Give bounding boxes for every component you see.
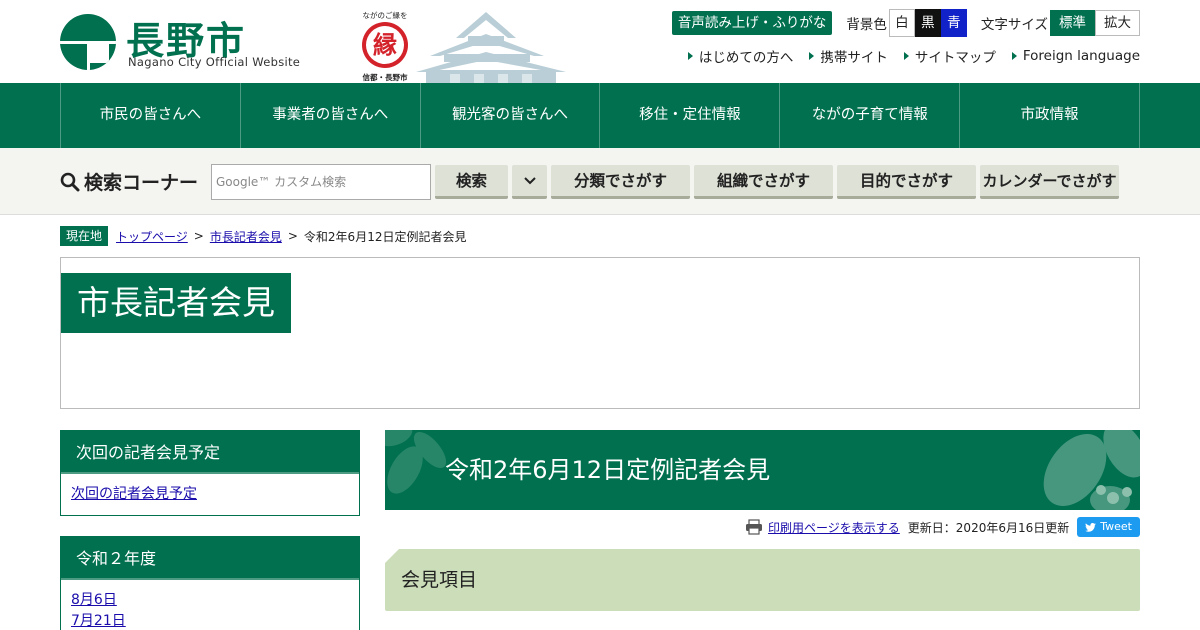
- nav-tourists[interactable]: 観光客の皆さんへ: [421, 83, 601, 148]
- font-large-button[interactable]: 拡大: [1095, 10, 1140, 36]
- city-emblem-icon: [60, 14, 116, 70]
- global-nav: 市民の皆さんへ 事業者の皆さんへ 観光客の皆さんへ 移住・定住情報 ながの子育て…: [0, 83, 1200, 148]
- article-title-banner: 令和2年6月12日定例記者会見: [385, 430, 1140, 510]
- zenkoji-temple-illustration: [416, 12, 566, 84]
- bg-blue-button[interactable]: 青: [940, 9, 967, 37]
- link-foreign-language[interactable]: Foreign language: [1011, 48, 1140, 64]
- section-heading-box: 会見項目: [385, 549, 1140, 611]
- current-location-badge: 現在地: [60, 226, 109, 246]
- arrow-right-icon: [809, 52, 815, 60]
- mascot-caption-bottom: 信都・長野市: [362, 73, 408, 82]
- arrow-right-icon: [687, 52, 693, 60]
- sidebar-link-next-conference[interactable]: 次回の記者会見予定: [61, 484, 359, 505]
- breadcrumb-current: 令和2年6月12日定例記者会見: [303, 229, 467, 244]
- breadcrumb-separator: >: [287, 229, 298, 243]
- breadcrumb: 現在地 トップページ > 市長記者会見 > 令和2年6月12日定例記者会見: [60, 226, 466, 246]
- site-header: 長野市 Nagano City Official Website ながのご縁を …: [0, 0, 1200, 84]
- search-button[interactable]: 検索: [435, 165, 508, 199]
- sidebar-heading: 令和２年度: [61, 537, 359, 580]
- site-logo[interactable]: 長野市 Nagano City Official Website: [60, 14, 300, 70]
- bg-black-button[interactable]: 黒: [914, 9, 941, 37]
- article-meta: 印刷用ページを表示する 更新日：2020年6月16日更新 Tweet: [745, 517, 1140, 537]
- search-by-purpose-button[interactable]: 目的でさがす: [837, 165, 976, 199]
- breadcrumb-top-link[interactable]: トップページ: [116, 228, 188, 245]
- arrow-right-icon: [1011, 52, 1017, 60]
- page-title: 市長記者会見: [61, 273, 291, 333]
- search-corner: 検索コーナー Google™ カスタム検索 検索 分類でさがす 組織でさがす 目…: [0, 148, 1200, 215]
- bg-white-button[interactable]: 白: [888, 9, 915, 37]
- link-sitemap[interactable]: サイトマップ: [903, 46, 996, 66]
- search-icon: [60, 172, 80, 191]
- search-corner-label: 検索コーナー: [60, 168, 198, 195]
- sidebar-next-conference: 次回の記者会見予定 次回の記者会見予定: [60, 430, 360, 516]
- nav-relocation[interactable]: 移住・定住情報: [600, 83, 781, 148]
- updated-date: 更新日：2020年6月16日更新: [907, 520, 1070, 535]
- chevron-down-icon: [523, 177, 536, 185]
- nav-city-administration[interactable]: 市政情報: [960, 83, 1140, 148]
- search-by-category-button[interactable]: 分類でさがす: [551, 165, 690, 199]
- printer-icon: [746, 519, 763, 535]
- print-page-link[interactable]: 印刷用ページを表示する: [768, 519, 900, 536]
- accessibility-tools: 音声読み上げ・ふりがな 背景色 白 黒 青 文字サイズ 標準 拡大: [671, 9, 1140, 37]
- en-mascot-logo: ながのご縁を 縁 信都・長野市: [358, 10, 412, 82]
- sidebar-fiscal-year: 令和２年度 8月6日 7月21日: [60, 536, 360, 630]
- en-seal-icon: 縁: [362, 22, 408, 68]
- search-options-toggle[interactable]: [512, 165, 547, 199]
- mascot-caption-top: ながのご縁を: [362, 11, 408, 20]
- arrow-right-icon: [903, 52, 909, 60]
- category-title-box: 市長記者会見: [60, 257, 1140, 409]
- search-by-calendar-button[interactable]: カレンダーでさがす: [980, 165, 1119, 199]
- sidebar-link-date[interactable]: 8月6日: [61, 590, 359, 611]
- font-size-label: 文字サイズ: [980, 17, 1048, 33]
- nav-businesses[interactable]: 事業者の皆さんへ: [241, 83, 421, 148]
- section-heading: 会見項目: [401, 569, 478, 591]
- utility-links: はじめての方へ 携帯サイト サイトマップ Foreign language: [672, 46, 1140, 66]
- link-mobile-site[interactable]: 携帯サイト: [809, 46, 888, 66]
- bg-color-label: 背景色: [846, 17, 887, 33]
- voice-furigana-button[interactable]: 音声読み上げ・ふりがな: [671, 11, 833, 35]
- nav-childcare[interactable]: ながの子育て情報: [780, 83, 961, 148]
- search-input[interactable]: Google™ カスタム検索: [211, 164, 431, 200]
- link-first-time[interactable]: はじめての方へ: [687, 46, 793, 66]
- tweet-button[interactable]: Tweet: [1077, 517, 1140, 537]
- sidebar-link-date[interactable]: 7月21日: [61, 611, 359, 630]
- breadcrumb-parent-link[interactable]: 市長記者会見: [210, 228, 282, 245]
- logo-subtitle: Nagano City Official Website: [128, 55, 301, 69]
- twitter-bird-icon: [1085, 522, 1097, 532]
- breadcrumb-separator: >: [193, 229, 204, 243]
- search-by-organization-button[interactable]: 組織でさがす: [694, 165, 833, 199]
- font-standard-button[interactable]: 標準: [1050, 10, 1095, 36]
- sidebar-heading: 次回の記者会見予定: [61, 431, 359, 474]
- article-title: 令和2年6月12日定例記者会見: [445, 456, 771, 484]
- nav-citizens[interactable]: 市民の皆さんへ: [61, 83, 241, 148]
